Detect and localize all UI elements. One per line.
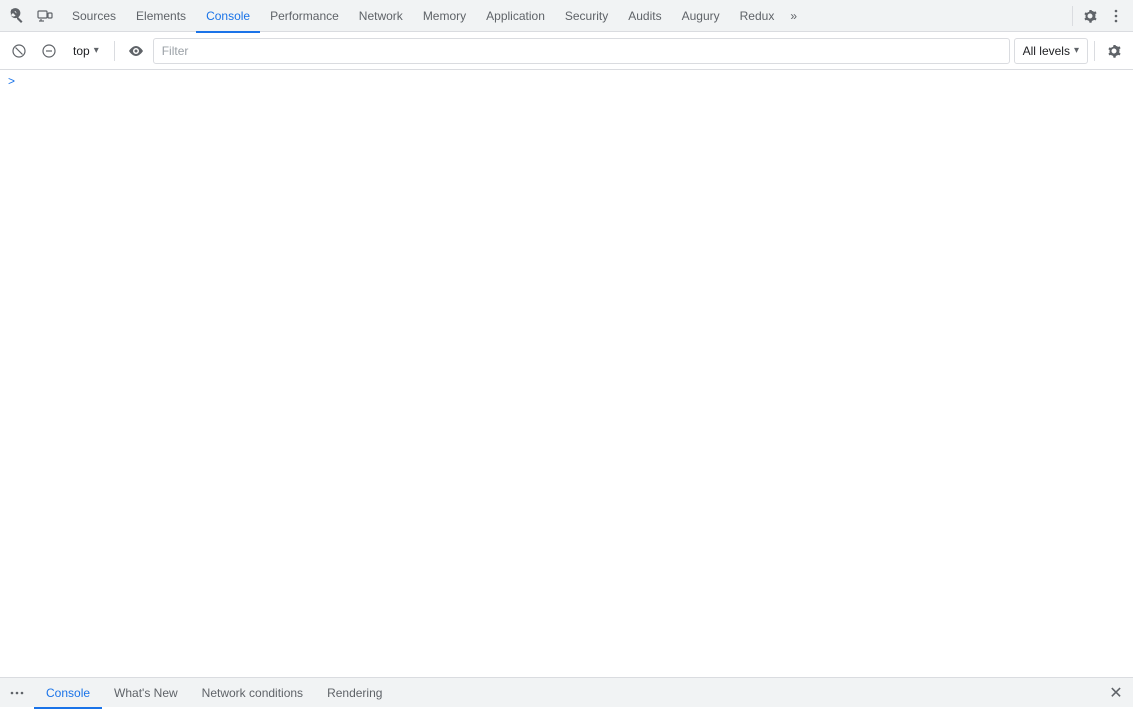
tab-network-conditions[interactable]: Network conditions	[190, 679, 315, 709]
tab-elements[interactable]: Elements	[126, 1, 196, 33]
tab-performance[interactable]: Performance	[260, 1, 349, 33]
bottom-tab-right: ✕	[1103, 680, 1129, 706]
levels-selector[interactable]: All levels ▾	[1014, 38, 1088, 64]
toolbar-divider-2	[1094, 41, 1095, 61]
filter-input[interactable]	[153, 38, 1010, 64]
tab-rendering[interactable]: Rendering	[315, 679, 394, 709]
tab-augury[interactable]: Augury	[672, 1, 730, 33]
more-tabs-button[interactable]: »	[784, 0, 803, 32]
console-toolbar: top ▾ All levels ▾	[0, 32, 1133, 70]
divider	[1072, 6, 1073, 26]
preserve-icon	[41, 43, 57, 59]
context-arrow: ▾	[94, 45, 99, 56]
tab-console[interactable]: Console	[196, 1, 260, 33]
console-prompt-line: >	[0, 70, 1133, 92]
drawer-menu-button[interactable]	[4, 680, 30, 706]
preserve-log-button[interactable]	[36, 38, 62, 64]
tab-sources[interactable]: Sources	[62, 1, 126, 33]
more-vert-icon	[1108, 8, 1124, 24]
tab-console-bottom[interactable]: Console	[34, 679, 102, 709]
inspect-element-button[interactable]	[4, 3, 30, 29]
top-tab-bar: Sources Elements Console Performance Net…	[0, 0, 1133, 32]
clear-console-button[interactable]	[6, 38, 32, 64]
console-output: >	[0, 70, 1133, 677]
devtools-icons	[4, 3, 58, 29]
menu-icon	[9, 685, 25, 701]
settings-icon	[1082, 8, 1098, 24]
levels-arrow: ▾	[1074, 45, 1079, 56]
tab-bar-right	[1068, 3, 1129, 29]
inspect-icon	[9, 8, 25, 24]
toolbar-divider	[114, 41, 115, 61]
devtools-settings-button[interactable]	[1077, 3, 1103, 29]
tab-memory[interactable]: Memory	[413, 1, 476, 33]
tab-redux[interactable]: Redux	[730, 1, 785, 33]
context-selector[interactable]: top ▾	[66, 38, 106, 64]
device-icon	[37, 8, 53, 24]
close-drawer-button[interactable]: ✕	[1103, 680, 1129, 706]
gear-icon	[1106, 43, 1122, 59]
prompt-arrow: >	[8, 74, 15, 88]
clear-icon	[11, 43, 27, 59]
tab-audits[interactable]: Audits	[618, 1, 671, 33]
customize-button[interactable]	[1103, 3, 1129, 29]
device-toolbar-button[interactable]	[32, 3, 58, 29]
eye-button[interactable]	[123, 38, 149, 64]
eye-icon	[128, 43, 144, 59]
tab-whats-new[interactable]: What's New	[102, 679, 190, 709]
tab-application[interactable]: Application	[476, 1, 555, 33]
tab-security[interactable]: Security	[555, 1, 618, 33]
console-settings-button[interactable]	[1101, 38, 1127, 64]
bottom-tab-bar: Console What's New Network conditions Re…	[0, 677, 1133, 707]
tab-network[interactable]: Network	[349, 1, 413, 33]
